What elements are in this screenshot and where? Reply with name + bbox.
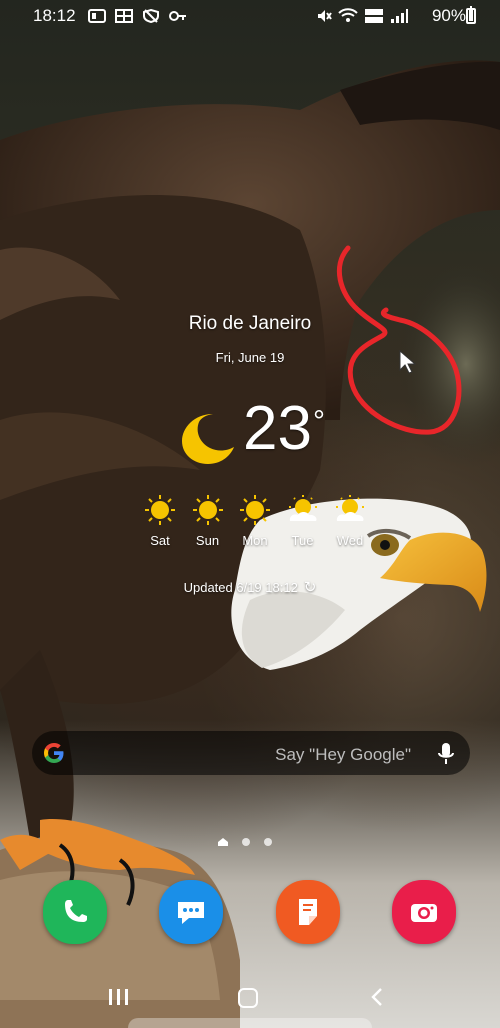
key-icon [169, 8, 187, 22]
page-indicator[interactable] [218, 838, 272, 846]
home-page-indicator-icon[interactable] [218, 838, 228, 846]
sim-card-icon [88, 8, 106, 23]
forecast-day-label: Mon [242, 533, 268, 548]
forecast-day: Wed [330, 494, 370, 548]
weather-degree: ° [313, 405, 325, 438]
page-dot[interactable] [264, 838, 272, 846]
home-screen: 18:12 90% Rio de Janeiro Fri, June 19 23… [0, 0, 500, 1028]
weather-updated-text: Updated 6/19 18:12 [183, 580, 298, 595]
google-g-icon [44, 743, 64, 763]
partly-cloudy-icon [336, 495, 364, 521]
status-notification-icons [88, 8, 187, 24]
shield-off-icon [142, 8, 160, 24]
status-time: 18:12 [33, 6, 76, 25]
app-dock [0, 880, 500, 950]
navigation-bar [0, 968, 500, 1028]
back-button[interactable] [371, 987, 383, 1007]
microphone-icon[interactable] [438, 742, 454, 766]
camera-app-icon[interactable] [392, 880, 456, 944]
grid-app-icon [115, 8, 133, 23]
moon-icon [182, 414, 234, 464]
google-search-bar[interactable]: Say "Hey Google" [32, 731, 470, 775]
forecast-day-label: Wed [336, 533, 364, 548]
red-annotation-mark [336, 245, 462, 435]
page-dot[interactable] [242, 838, 250, 846]
volte-lte-icon [364, 8, 384, 29]
battery-percent: 90% [431, 6, 466, 25]
messages-app-icon[interactable] [159, 880, 223, 944]
status-bar: 18:12 90% [0, 0, 500, 32]
forecast-day-label: Sat [150, 533, 170, 548]
sun-icon [240, 495, 270, 525]
sun-icon [145, 495, 175, 525]
weather-temperature: 23 [243, 394, 312, 463]
weather-updated: Updated 6/19 18:12 ↻ [0, 578, 500, 596]
home-button[interactable] [238, 988, 258, 1008]
forecast-day: Sat [140, 494, 180, 548]
forecast-day: Tue [283, 494, 323, 548]
phone-app-icon[interactable] [43, 880, 107, 944]
forecast-day: Mon [235, 494, 275, 548]
signal-strength-icon [390, 8, 408, 29]
forecast-day-label: Tue [291, 533, 314, 548]
status-system-icons [316, 8, 408, 29]
refresh-icon[interactable]: ↻ [304, 578, 317, 596]
partly-cloudy-icon [288, 495, 317, 521]
mute-icon [316, 8, 332, 29]
forecast-day: Sun [188, 494, 228, 548]
notes-app-icon[interactable] [276, 880, 340, 944]
sun-icon [192, 495, 223, 525]
recent-apps-button[interactable] [108, 988, 130, 1006]
search-hint: Say "Hey Google" [275, 745, 411, 764]
mouse-pointer-icon [399, 349, 417, 374]
navigation-handle[interactable] [128, 1018, 372, 1028]
weather-forecast: Sat Sun Mon Tue Wed [140, 494, 370, 548]
forecast-day-label: Sun [195, 533, 220, 548]
battery-icon [466, 6, 476, 24]
wifi-icon [338, 8, 358, 29]
